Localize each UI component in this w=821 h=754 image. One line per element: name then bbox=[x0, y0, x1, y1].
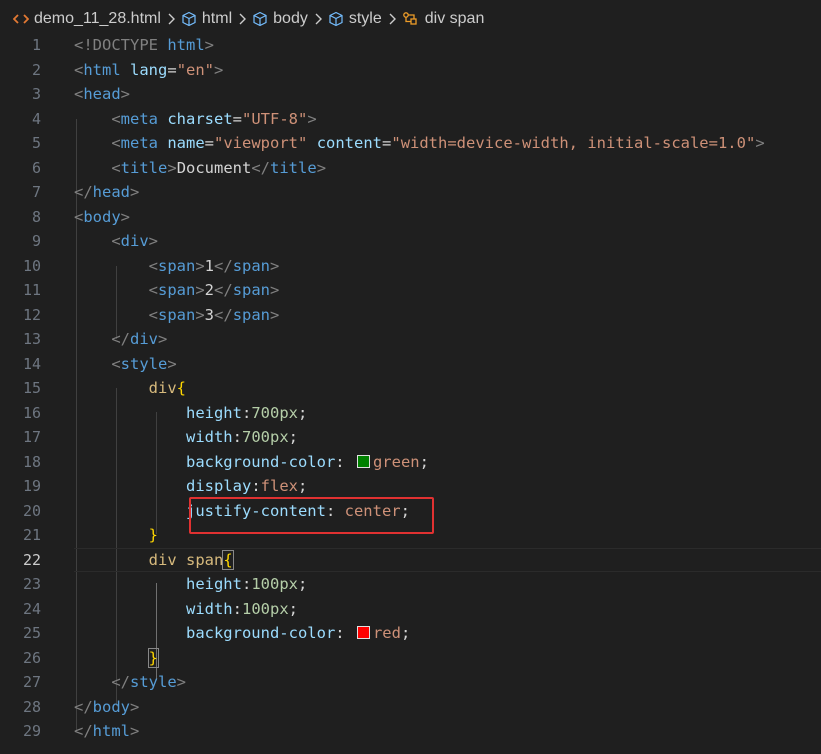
breadcrumb-item-label: style bbox=[348, 10, 382, 27]
color-swatch-red[interactable] bbox=[356, 626, 370, 640]
chevron-right-icon bbox=[314, 13, 322, 25]
cube-icon bbox=[252, 11, 268, 27]
code-line: <!DOCTYPE html> bbox=[74, 36, 215, 55]
code-line: <head> bbox=[74, 85, 131, 104]
symbol-class-icon bbox=[402, 11, 420, 27]
line-number: 8 bbox=[31, 207, 41, 226]
doctype-value: html bbox=[167, 36, 205, 55]
code-line: </head> bbox=[74, 183, 140, 202]
line-number: 21 bbox=[22, 526, 41, 545]
cube-icon bbox=[328, 11, 344, 27]
code-line: div span{ bbox=[148, 549, 234, 570]
line-number: 14 bbox=[22, 354, 41, 373]
code-line: </body> bbox=[74, 697, 140, 716]
code-line: <meta charset="UTF-8"> bbox=[111, 109, 317, 128]
code-line: <meta name="viewport" content="width=dev… bbox=[111, 134, 765, 153]
line-number: 13 bbox=[22, 330, 41, 349]
line-number: 29 bbox=[22, 722, 41, 741]
code-line: } bbox=[148, 526, 158, 545]
line-number: 1 bbox=[31, 36, 41, 55]
code-line: width:700px; bbox=[185, 428, 299, 447]
code-line: width:100px; bbox=[185, 599, 299, 618]
line-number: 25 bbox=[22, 624, 41, 643]
line-number: 26 bbox=[22, 648, 41, 667]
highlight-annotation-box bbox=[189, 497, 434, 534]
line-number: 17 bbox=[22, 428, 41, 447]
line-number: 23 bbox=[22, 575, 41, 594]
breadcrumb-item-html[interactable]: html bbox=[181, 10, 232, 28]
code-line: <html lang="en"> bbox=[74, 60, 224, 79]
breadcrumb-file-label: demo_11_28.html bbox=[34, 10, 161, 27]
line-number-active: 22 bbox=[22, 550, 41, 569]
breadcrumb-item-div-span[interactable]: div span bbox=[402, 10, 485, 28]
code-line: height:700px; bbox=[185, 403, 308, 422]
code-line: div{ bbox=[148, 379, 186, 398]
code-line: <title>Document</title> bbox=[111, 158, 327, 177]
line-number: 9 bbox=[31, 232, 41, 251]
chevron-right-icon bbox=[388, 13, 396, 25]
code-line: <span>3</span> bbox=[148, 305, 280, 324]
line-number: 2 bbox=[31, 60, 41, 79]
line-number: 15 bbox=[22, 379, 41, 398]
cube-icon bbox=[181, 11, 197, 27]
breadcrumb-item-body[interactable]: body bbox=[252, 10, 308, 28]
line-number: 4 bbox=[31, 109, 41, 128]
line-number: 6 bbox=[31, 158, 41, 177]
line-number: 5 bbox=[31, 134, 41, 153]
line-number: 11 bbox=[22, 281, 41, 300]
code-line: background-color: green; bbox=[185, 452, 429, 471]
line-number: 24 bbox=[22, 599, 41, 618]
code-editor[interactable]: 1 <!DOCTYPE html> 2 <html lang="en"> 3 <… bbox=[0, 33, 821, 754]
breadcrumb-item-label: html bbox=[201, 10, 233, 27]
code-line: <span>1</span> bbox=[148, 256, 280, 275]
code-line: } bbox=[147, 647, 160, 668]
line-number: 16 bbox=[22, 403, 41, 422]
breadcrumb-item-label: div span bbox=[424, 10, 485, 27]
code-line: display:flex; bbox=[185, 477, 308, 496]
code-line: height:100px; bbox=[185, 575, 308, 594]
line-number: 3 bbox=[31, 85, 41, 104]
code-line: </div> bbox=[111, 330, 168, 349]
line-number: 20 bbox=[22, 501, 41, 520]
breadcrumb-item-label: body bbox=[273, 10, 308, 27]
line-number: 19 bbox=[22, 477, 41, 496]
code-line: </html> bbox=[74, 722, 140, 741]
html-file-icon bbox=[13, 12, 29, 26]
breadcrumb-file[interactable]: demo_11_28.html bbox=[13, 10, 161, 28]
code-line: background-color: red; bbox=[185, 624, 411, 643]
line-number: 27 bbox=[22, 673, 41, 692]
doctype-keyword: <!DOCTYPE bbox=[74, 36, 158, 55]
code-line: <span>2</span> bbox=[148, 281, 280, 300]
code-line: <style> bbox=[111, 354, 177, 373]
line-number: 10 bbox=[22, 256, 41, 275]
line-number: 18 bbox=[22, 452, 41, 471]
breadcrumb-item-style[interactable]: style bbox=[328, 10, 382, 28]
color-swatch-green[interactable] bbox=[356, 454, 370, 468]
code-line: <div> bbox=[111, 232, 159, 251]
chevron-right-icon bbox=[238, 13, 247, 25]
code-line: </style> bbox=[111, 673, 187, 692]
line-number: 12 bbox=[22, 305, 41, 324]
code-line: <body> bbox=[74, 207, 131, 226]
line-number: 7 bbox=[31, 183, 41, 202]
chevron-right-icon bbox=[167, 13, 175, 25]
line-number: 28 bbox=[22, 697, 41, 716]
